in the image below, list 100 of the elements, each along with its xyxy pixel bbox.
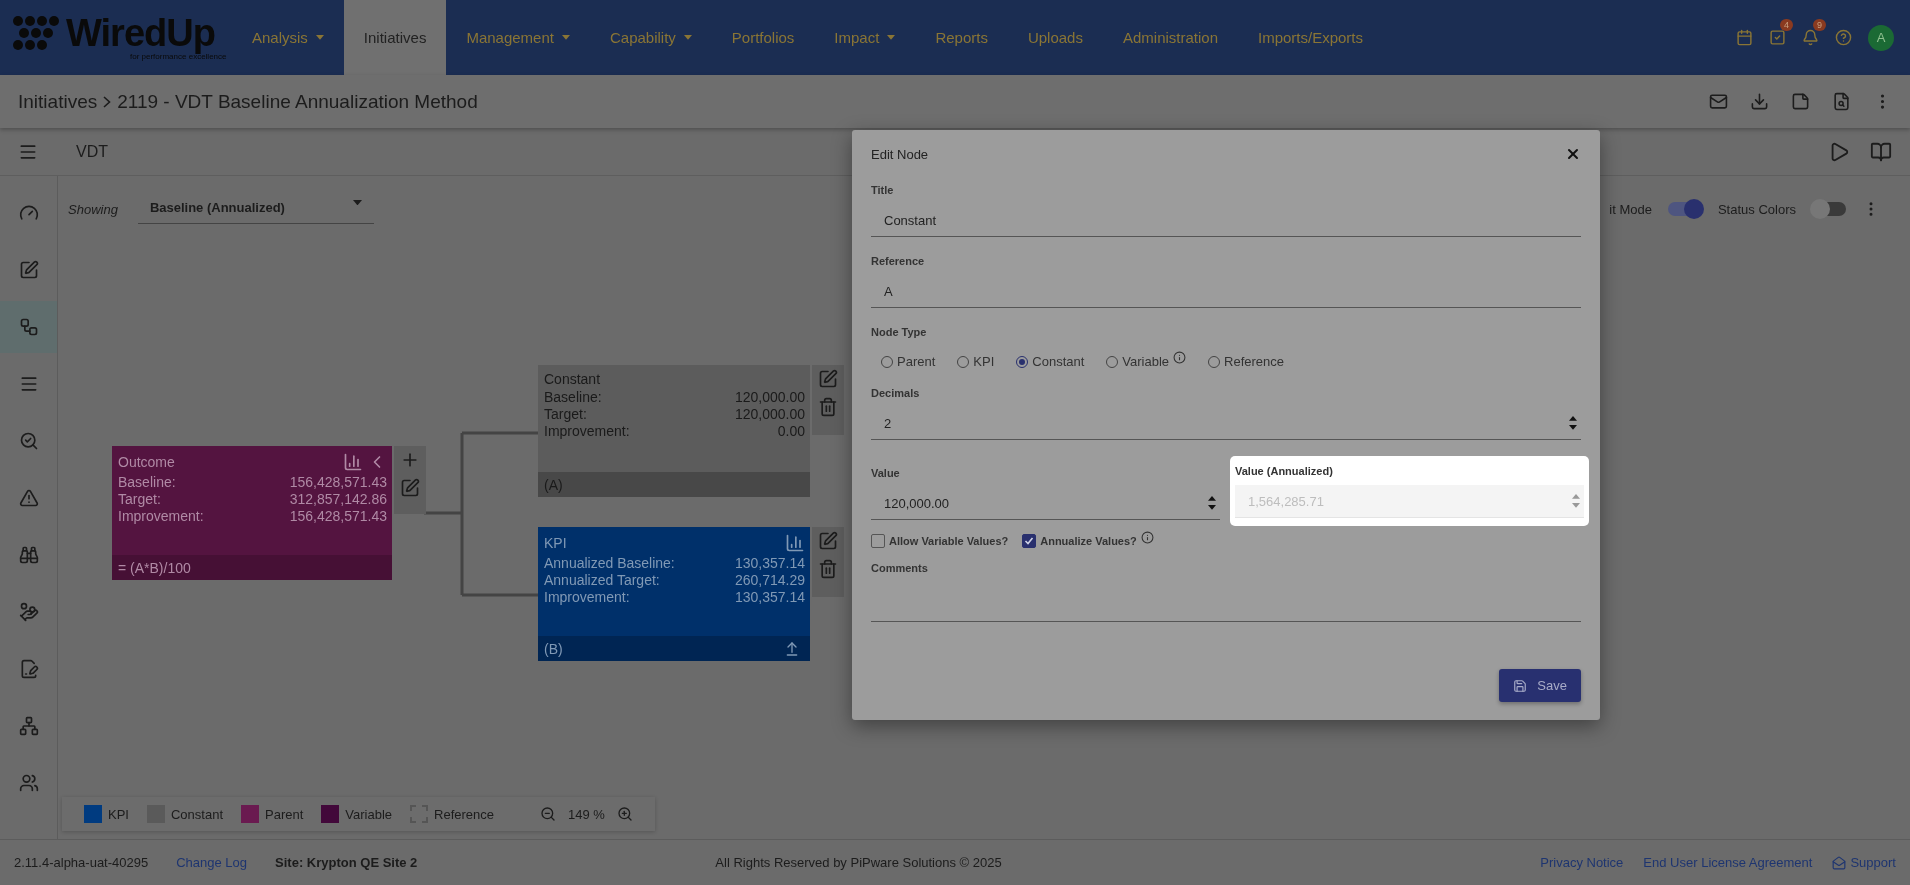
field-label: Value — [871, 467, 901, 479]
reference-field[interactable]: A — [871, 275, 1581, 308]
value-field[interactable]: 120,000.00 — [871, 487, 1220, 520]
caret-icon[interactable] — [561, 35, 570, 40]
spin-up-icon[interactable] — [1569, 416, 1577, 421]
edit-icon[interactable] — [18, 260, 39, 280]
radio-label[interactable]: KPI — [973, 354, 995, 369]
chart-icon[interactable] — [785, 533, 805, 553]
users-icon[interactable] — [18, 773, 39, 793]
info-icon[interactable] — [1140, 530, 1154, 544]
nav-tab[interactable]: Portfolios — [711, 0, 815, 75]
spin-down-icon[interactable] — [1569, 425, 1577, 430]
caret-icon[interactable] — [887, 35, 896, 40]
nav-tab[interactable]: Administration — [1102, 0, 1238, 75]
nav-tab[interactable]: Capability — [589, 0, 712, 75]
nav-tab[interactable]: Initiatives — [343, 0, 447, 75]
hand-coins-icon[interactable] — [18, 602, 39, 622]
note-icon[interactable] — [1791, 92, 1810, 111]
upload-icon[interactable] — [784, 640, 800, 657]
close-button[interactable] — [1565, 146, 1581, 162]
network-icon[interactable] — [18, 716, 39, 736]
checkbox[interactable] — [871, 534, 885, 548]
edit-icon[interactable] — [818, 531, 838, 551]
node-card[interactable]: KPI Annualized Baseline: 130,357.14 Annualized Target: 260,714.29 Improvement: 130,357.14 (B) — [538, 527, 810, 661]
change-log-link[interactable]: Change Log — [176, 855, 248, 870]
breadcrumb-link[interactable]: Initiatives — [18, 90, 98, 113]
toggle-label: it Mode — [1609, 201, 1652, 217]
download-icon[interactable] — [1750, 92, 1769, 111]
search-icon[interactable] — [18, 431, 39, 451]
node-title: Constant — [544, 371, 601, 387]
node-value: 156,428,571.43 — [289, 474, 387, 491]
tree-icon[interactable] — [18, 317, 39, 337]
user-avatar[interactable]: A — [1868, 24, 1894, 51]
mail-icon[interactable] — [1709, 92, 1728, 111]
checkbox-icon[interactable] — [1769, 29, 1786, 46]
field-label: Value (Annualized) — [1235, 465, 1334, 477]
spin-down-icon[interactable] — [1208, 505, 1216, 510]
nav-tab[interactable]: Reports — [915, 0, 1008, 75]
node-value: 260,714.29 — [734, 572, 805, 589]
zoom-level: 149 % — [568, 806, 605, 822]
info-icon[interactable] — [1173, 351, 1187, 364]
radio-label[interactable]: Reference — [1224, 354, 1285, 369]
file-search-icon[interactable] — [1832, 92, 1851, 111]
site-name: Site: Krypton QE Site 2 — [275, 855, 418, 870]
legend-label: Parent — [265, 806, 304, 822]
footer-link[interactable]: End User License Agreement — [1643, 855, 1813, 870]
support-link[interactable]: Support — [1832, 855, 1896, 870]
gauge-icon[interactable] — [18, 203, 39, 223]
spin-up-icon[interactable] — [1208, 496, 1216, 501]
caret-icon[interactable] — [315, 35, 324, 40]
legend-label: KPI — [108, 806, 129, 822]
node-title: Outcome — [118, 454, 175, 470]
edit-icon[interactable] — [818, 369, 838, 389]
copyright-text: All Rights Reserved by PiPware Solutions © 2025 — [715, 855, 1002, 870]
node-value: 130,357.14 — [734, 555, 805, 572]
nav-tab[interactable]: Impact — [814, 0, 916, 75]
binoculars-icon[interactable] — [18, 545, 39, 565]
radio-label[interactable]: Parent — [897, 354, 936, 369]
edit-icon[interactable] — [400, 478, 420, 498]
bell-icon[interactable] — [1802, 29, 1819, 46]
trash-icon[interactable] — [818, 397, 838, 417]
node-value: 120,000.00 — [734, 406, 805, 423]
radio-label[interactable]: Variable — [1122, 354, 1170, 369]
chart-icon[interactable] — [343, 452, 363, 472]
decimals-field[interactable]: 2 — [871, 407, 1581, 440]
node-label: Improvement: — [544, 423, 630, 440]
toggle-switch[interactable] — [1667, 202, 1702, 216]
node-value: 120,000.00 — [734, 389, 805, 406]
radio-label[interactable]: Constant — [1032, 354, 1085, 369]
title-field[interactable]: Constant — [871, 204, 1581, 237]
checkbox[interactable] — [1022, 534, 1037, 548]
save-button[interactable]: Save — [1499, 669, 1581, 702]
sidebar-item[interactable] — [0, 301, 57, 353]
calendar-icon[interactable] — [1736, 29, 1753, 46]
trash-icon[interactable] — [818, 559, 838, 579]
nav-tab[interactable]: Analysis — [232, 0, 344, 75]
nav-tab[interactable]: Imports/Exports — [1238, 0, 1384, 75]
caret-icon[interactable] — [352, 200, 362, 206]
node-label: Improvement: — [544, 589, 630, 606]
zoom-out-icon[interactable] — [540, 806, 557, 822]
count-badge: 4 — [1780, 19, 1793, 31]
node-label: Baseline: — [118, 474, 176, 491]
nav-tab[interactable]: Management — [446, 0, 590, 75]
help-icon[interactable] — [1835, 29, 1852, 46]
zoom-in-icon[interactable] — [616, 806, 633, 822]
node-value: 312,857,142.86 — [289, 491, 387, 508]
save-icon — [1513, 678, 1528, 693]
showing-select[interactable]: Baseline (Annualized) — [137, 194, 374, 224]
node-label: Annualized Target: — [544, 572, 660, 589]
node-card[interactable]: Outcome Baseline: 156,428,571.43 Target: 312,857,142.86 Improvement: 156,428,571.43 = (A*B)/100 — [112, 446, 392, 580]
warning-icon[interactable] — [18, 488, 39, 508]
toggle-switch[interactable] — [1812, 202, 1846, 216]
caret-icon[interactable] — [683, 35, 692, 40]
nav-tab[interactable]: Uploads — [1007, 0, 1103, 75]
toggle-label: Status Colors — [1717, 201, 1796, 217]
node-value: 0.00 — [777, 423, 805, 440]
node-value: 156,428,571.43 — [289, 508, 387, 525]
legend-label: Variable — [345, 806, 393, 822]
book-icon[interactable] — [1870, 140, 1892, 163]
footer-link[interactable]: Privacy Notice — [1540, 855, 1624, 870]
